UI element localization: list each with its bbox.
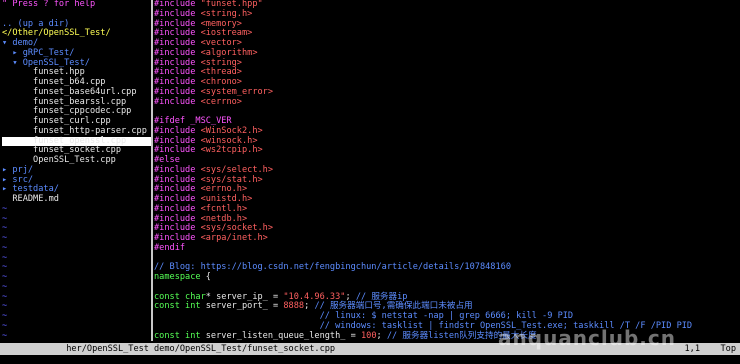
code-token: #include [154,18,201,29]
cursor-position: 1,1 [684,344,700,354]
code-token: <fcntl.h> [200,203,248,214]
code-token: #include [154,184,201,195]
code-token: #include [154,47,201,58]
empty-line-marker: ~ [2,252,8,263]
code-token: #include [154,223,201,234]
code-token: <arpa/inet.h> [200,233,268,243]
code-token: #include [154,57,201,68]
code-token: { [200,272,211,282]
code-token: #include [154,67,201,78]
code-token: * server_ip_ = [205,291,284,302]
code-token: namespace [154,272,201,282]
code-line[interactable]: #include <cerrno> [154,96,740,108]
code-token: <sys/socket.h> [200,223,274,234]
code-line[interactable]: #endif [154,242,740,254]
code-token: 100 [360,330,377,341]
code-token: #include [154,96,201,107]
code-token: ; [304,301,315,312]
code-token: // linux: $ netstat -nap | grep 6666; ki… [319,311,574,321]
code-token: <sys/stat.h> [200,174,263,185]
code-token: #include [154,135,201,146]
code-token: <ws2tcpip.h> [200,145,263,156]
code-token: #include [154,164,201,175]
code-token: <WinSock2.h> [200,125,263,136]
code-token: <cerrno> [200,96,242,107]
code-token: #include [154,213,201,224]
code-token: ; [345,291,356,302]
code-token: <sys/select.h> [200,164,274,175]
empty-line-marker: ~ [2,272,8,282]
code-token: const int [154,301,201,312]
code-token: <unistd.h> [200,194,253,204]
scroll-indicator: Top [720,344,736,354]
code-token: #include [154,86,201,97]
code-token: <winsock.h> [200,135,258,146]
code-line[interactable]: // Blog: https://blog.csdn.net/fengbingc… [154,262,740,273]
code-token: #include [154,8,201,19]
code-token: #include [154,125,201,136]
code-token: #endif [154,242,186,253]
code-line[interactable]: #include <arpa/inet.h> [154,233,740,244]
code-token: <netdb.h> [200,213,248,224]
code-token: #include [154,145,201,156]
empty-line-marker: ~ [2,320,8,331]
empty-line-marker: ~ [2,233,8,243]
code-token: <thread> [200,67,242,78]
empty-line-marker: ~ [2,291,8,302]
code-token: <string.h> [200,8,253,19]
code-token: 8888 [283,301,305,312]
vertical-split-divider[interactable] [151,0,153,341]
code-token: // 服务器ip [355,291,408,302]
tree-line: " Press ? for help [2,0,96,9]
code-token: <chrono> [200,77,242,87]
empty-line-marker: ~ [2,330,8,341]
code-token: // 服务器端口号,需确保此端口未被占用 [314,301,473,312]
code-token: #include [154,0,201,9]
empty-line-marker: ~ [2,223,8,234]
code-token: #include [154,38,201,48]
site-watermark: anquanclub.cn [498,326,676,350]
code-token: #include [154,174,201,185]
code-token: <errno.h> [200,184,248,195]
code-line[interactable]: namespace { [154,272,740,283]
code-token: <algorithm> [200,47,258,58]
code-token: <iostream> [200,28,253,39]
code-token: #include [154,233,201,243]
editor-pane[interactable]: #include "funset.hpp" #include <string.h>… [154,0,740,341]
empty-line-marker: ~ [2,281,8,292]
code-line[interactable]: #include <ws2tcpip.h> [154,145,740,156]
empty-line-marker: ~ [2,301,8,312]
code-line[interactable] [154,107,740,117]
nerdtree-pane[interactable]: " Press ? for help.. (up a dir) </Other/O… [0,0,151,341]
code-token: server_listen_queue_length_ = [200,330,361,341]
code-token: const char [154,291,206,302]
empty-line-marker: ~ [2,262,8,273]
empty-line-marker: ~ [2,242,8,253]
code-token: <memory> [200,18,242,29]
code-token: #include [154,203,201,214]
code-token: #else [154,155,180,165]
code-token: <vector> [200,38,242,48]
tree-file-item[interactable]: README.md [2,194,151,205]
code-token: server_port_ = [200,301,284,312]
command-line[interactable] [0,355,740,364]
code-token: ; [376,330,387,341]
code-token: const int [154,330,201,341]
code-token: #include [154,28,201,39]
empty-line-marker: ~ [2,213,8,224]
empty-line-marker: ~ [2,311,8,321]
code-token: <string> [200,57,242,68]
code-token: // Blog: https://blog.csdn.net/fengbingc… [154,262,511,273]
code-token: <system_error> [200,86,274,97]
code-token: #include [154,194,201,204]
code-token: "funset.hpp" [200,0,263,9]
code-token: #include [154,77,201,87]
code-token: #ifdef _MSC_VER [154,116,232,126]
code-token: "10.4.96.33" [283,291,346,302]
empty-line-marker: ~ [2,203,8,214]
vim-terminal[interactable]: " Press ? for help.. (up a dir) </Other/O… [0,0,740,364]
tree-status-path: her/OpenSSL_Test [66,344,149,354]
